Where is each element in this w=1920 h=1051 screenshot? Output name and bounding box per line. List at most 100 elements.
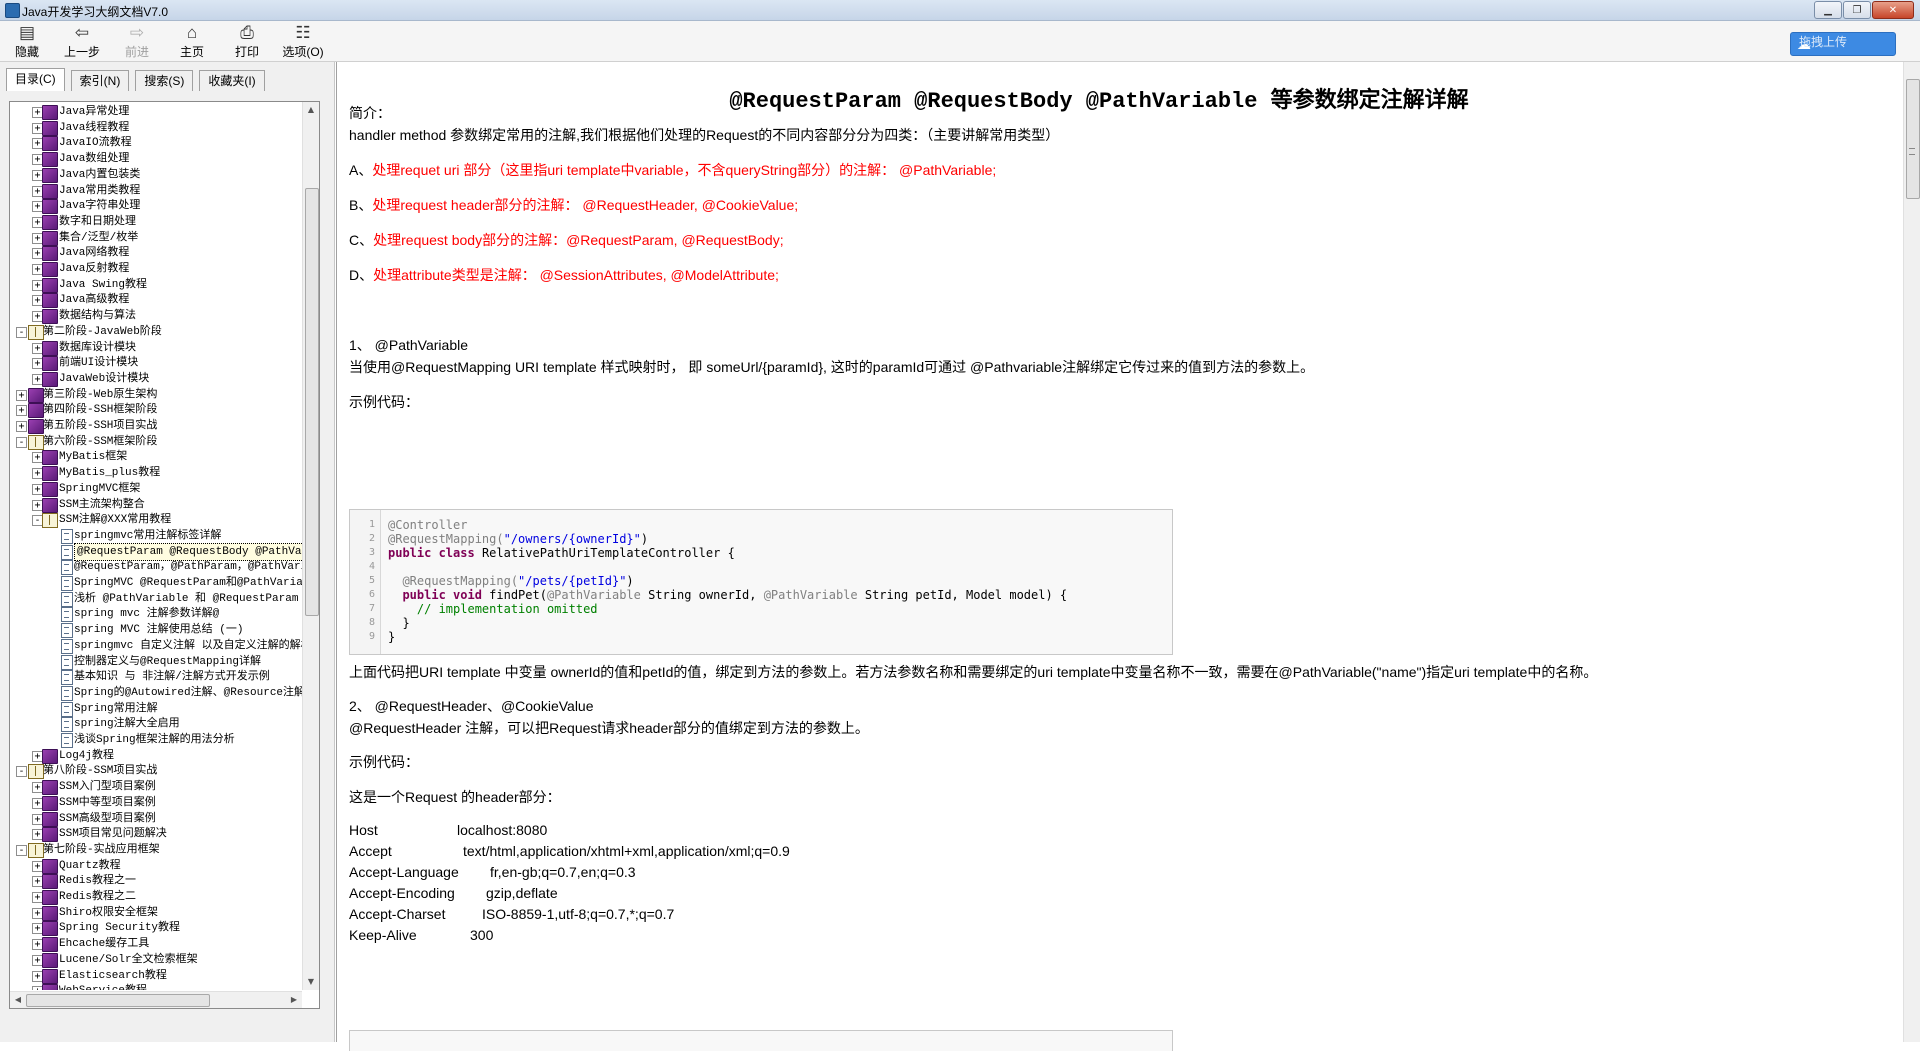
tree-item[interactable]: + Elasticsearch教程 [10, 968, 302, 984]
collapse-icon[interactable]: - [16, 436, 27, 448]
tree-item[interactable]: @RequestParam，@PathParam，@PathVariable等注… [10, 559, 302, 576]
tree-item[interactable]: - 第六阶段-SSM框架阶段 [10, 434, 302, 450]
collapse-icon[interactable]: - [16, 766, 27, 778]
contents-tree-box: + Java异常处理 + Java线程教程 + JavaIO流教程 + Java数组处理 + Ja… [9, 101, 320, 1009]
scroll-up-arrow-icon[interactable]: ▲ [303, 102, 319, 118]
tree-item[interactable]: + Ehcache缓存工具 [10, 936, 302, 953]
expand-icon[interactable]: + [16, 405, 27, 417]
tree-item[interactable]: +WebService教程 [10, 983, 302, 990]
tree-item[interactable]: + 数据库设计模块 [10, 340, 302, 356]
expand-icon[interactable]: + [16, 421, 27, 432]
tree-item[interactable]: - 第七阶段-实战应用框架 [10, 842, 302, 858]
tree-scroll-thumb[interactable] [305, 188, 319, 616]
tree-item[interactable]: + SpringMVC框架 [10, 481, 302, 497]
tab-favorites[interactable]: 收藏夹(I) [199, 70, 265, 91]
tab-index[interactable]: 索引(N) [70, 70, 130, 91]
tree-item[interactable]: + Redis教程之二 [10, 889, 302, 905]
tree-item[interactable]: Spring的@Autowired注解、@Resource注解 [10, 685, 302, 701]
print-button[interactable]: ⎙ 打印 [222, 23, 272, 59]
example-label-1: 示例代码： [349, 394, 419, 410]
line-number: 4 [368, 561, 375, 572]
tab-search[interactable]: 搜索(S) [135, 70, 194, 91]
tree-item[interactable]: + Lucene/Solr全文检索框架 [10, 952, 302, 968]
back-button[interactable]: ⇦ 上一步 [57, 23, 107, 59]
tree-item[interactable]: + Java线程教程 [10, 120, 302, 136]
close-button[interactable]: ✕ [1872, 1, 1914, 19]
tree-item[interactable]: + Redis教程之一 [10, 873, 302, 890]
tree-item[interactable]: + SSM主流架构整合 [10, 497, 302, 513]
tree-item[interactable]: + Log4j教程 [10, 748, 302, 764]
tree-item[interactable]: + 第四阶段-SSH框架阶段 [10, 402, 302, 419]
code-text: ) [626, 574, 634, 588]
options-button[interactable]: ☷ 选项(O) [277, 23, 329, 59]
tree-item[interactable]: springmvc 自定义注解 以及自定义注解的解析 [10, 638, 302, 654]
hide-button[interactable]: ▤ 隐藏 [2, 23, 52, 59]
book-icon [42, 167, 58, 183]
minimize-button[interactable]: ▁ [1814, 1, 1842, 19]
point-b-text: 处理request header部分的注解： @RequestHeader, @… [372, 197, 799, 213]
tree-item[interactable]: + MyBatis_plus教程 [10, 465, 302, 482]
tree-item[interactable]: springmvc常用注解标签详解 [10, 528, 302, 544]
scroll-down-arrow-icon[interactable]: ▼ [303, 974, 319, 990]
tree-item[interactable]: + 数字和日期处理 [10, 214, 302, 230]
code-lines: @Controller @RequestMapping("/owners/{ow… [388, 518, 1067, 644]
content-vertical-scrollbar[interactable] [1903, 62, 1920, 1042]
tree-item[interactable]: 浅析 @PathVariable 和 @RequestParam [10, 591, 302, 607]
tree-item[interactable]: SpringMVC @RequestParam和@PathVariable的区别 [10, 575, 302, 591]
scroll-right-arrow-icon[interactable]: ▶ [286, 992, 302, 1008]
restore-button[interactable]: ❐ [1843, 1, 1871, 19]
tree-item[interactable]: 基本知识 与 非注解/注解方式开发示例 [10, 669, 302, 686]
tree-item[interactable]: + Java字符串处理 [10, 198, 302, 215]
tree-item[interactable]: spring mvc 注解参数详解@ [10, 606, 302, 623]
expand-icon[interactable]: + [16, 389, 27, 401]
tree-item[interactable]: + Java高级教程 [10, 292, 302, 309]
tree-item[interactable]: + Java网络教程 [10, 245, 302, 262]
tree-item[interactable]: + JavaWeb设计模块 [10, 371, 302, 387]
tree-item[interactable]: + JavaIO流教程 [10, 135, 302, 152]
tree-item[interactable]: + Java异常处理 [10, 104, 302, 120]
tree-item[interactable]: spring MVC 注解使用总结 (一) [10, 622, 302, 639]
tree-item[interactable]: 浅谈Spring框架注解的用法分析 [10, 732, 302, 748]
tree-item[interactable]: + 集合/泛型/枚举 [10, 230, 302, 246]
forward-button[interactable]: ⇨ 前进 [112, 23, 162, 59]
tree-item[interactable]: - 第二阶段-JavaWeb阶段 [10, 324, 302, 340]
tree-item[interactable]: @RequestParam @RequestBody @PathVariable… [10, 542, 302, 561]
tree-item[interactable]: + 第三阶段-Web原生架构 [10, 387, 302, 403]
tree-item[interactable]: + Spring Security教程 [10, 920, 302, 937]
tree-horizontal-scrollbar[interactable]: ◀ ▶ [10, 991, 302, 1008]
tree-item[interactable]: + Java数组处理 [10, 151, 302, 168]
header-value: localhost:8080 [457, 822, 548, 838]
tree-item[interactable]: + Quartz教程 [10, 858, 302, 874]
tree-item[interactable]: 控制器定义与@RequestMapping详解 [10, 654, 302, 670]
line-number: 5 [368, 575, 375, 586]
drag-upload-button[interactable]: ☁ 拖拽上传 [1790, 32, 1896, 56]
tree-item[interactable]: + 第五阶段-SSH项目实战 [10, 418, 302, 434]
tree-item[interactable]: + Java Swing教程 [10, 277, 302, 293]
upload-label: 拖拽上传 [1799, 35, 1848, 49]
tree-item-label: 控制器定义与@RequestMapping详解 [74, 655, 262, 668]
home-button[interactable]: ⌂ 主页 [167, 23, 217, 59]
tree-item[interactable]: - 第八阶段-SSM项目实战 [10, 763, 302, 780]
tree-item[interactable]: + Java内置包装类 [10, 167, 302, 183]
tree-item[interactable]: + Java常用类教程 [10, 183, 302, 199]
tree-item[interactable]: Spring常用注解 [10, 701, 302, 717]
home-icon: ⌂ [186, 23, 198, 42]
tree-vertical-scrollbar[interactable]: ▲ ▼ [302, 102, 319, 990]
tree-hscroll-thumb[interactable] [26, 994, 210, 1007]
tree-item[interactable]: + SSM高级型项目案例 [10, 811, 302, 827]
collapse-icon[interactable]: - [16, 844, 27, 856]
tab-contents[interactable]: 目录(C) [6, 68, 65, 91]
content-scroll-thumb[interactable] [1906, 79, 1920, 199]
tree-item[interactable]: + SSM中等型项目案例 [10, 795, 302, 811]
tree-item[interactable]: + SSM项目常见问题解决 [10, 826, 302, 843]
scroll-left-arrow-icon[interactable]: ◀ [10, 992, 26, 1008]
tree-item[interactable]: + 前端UI设计模块 [10, 355, 302, 372]
tree-item[interactable]: + MyBatis框架 [10, 449, 302, 466]
tree-item[interactable]: + 数据结构与算法 [10, 308, 302, 325]
tree-item[interactable]: spring注解大全启用 [10, 716, 302, 733]
tree-item[interactable]: + Java反射教程 [10, 261, 302, 277]
tree-item[interactable]: - SSM注解@XXX常用教程 [10, 512, 302, 529]
collapse-icon[interactable]: - [16, 326, 27, 338]
tree-item[interactable]: + SSM入门型项目案例 [10, 779, 302, 796]
tree-item[interactable]: + Shiro权限安全框架 [10, 905, 302, 921]
